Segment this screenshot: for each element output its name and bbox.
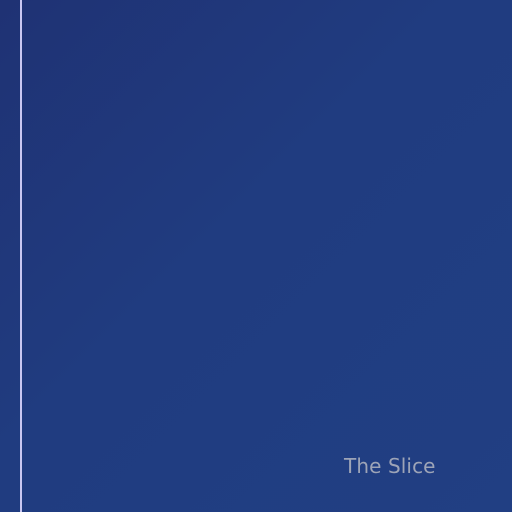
left-vertical-rule: [20, 0, 22, 512]
brand-caption: The Slice: [344, 454, 436, 478]
slide-page: The Slice: [0, 0, 512, 512]
